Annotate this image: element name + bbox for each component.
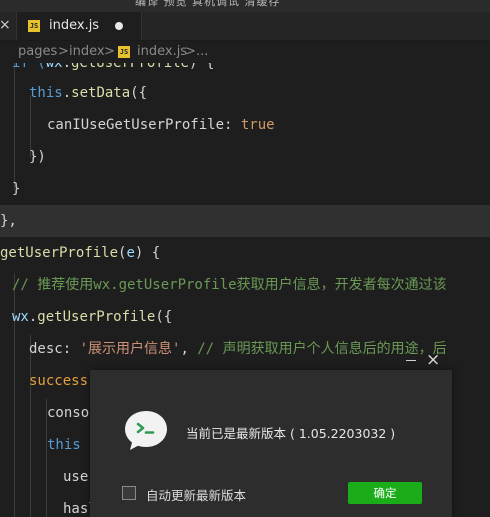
code-line: }) bbox=[29, 149, 46, 165]
code-line: desc: '展示用户信息', // 声明获取用户个人信息后的用途，后 bbox=[29, 341, 447, 357]
code-line: this.setData({ bbox=[29, 85, 148, 101]
minimize-icon[interactable] bbox=[406, 360, 416, 361]
code-line: // 推荐使用wx.getUserProfile获取用户信息，开发者每次通过该 bbox=[12, 277, 447, 293]
update-dialog: × 当前已是最新版本 ( 1.05.2203032 ) 自动更新最新版本 确定 bbox=[90, 350, 452, 517]
breadcrumb-separator: > bbox=[58, 44, 69, 59]
code-line: getUserProfile(e) { bbox=[0, 245, 161, 261]
tab-index-js[interactable]: JS index.js bbox=[16, 12, 142, 40]
unsaved-dot-icon[interactable] bbox=[115, 22, 123, 30]
wechat-devtools-icon bbox=[125, 411, 167, 450]
close-icon[interactable]: × bbox=[0, 17, 11, 33]
js-file-icon: JS bbox=[28, 20, 40, 32]
code-line-highlighted: }, bbox=[0, 205, 490, 237]
menu-labels: 编译 预览 真机调试 清缓存 bbox=[135, 0, 281, 8]
breadcrumb-separator: > bbox=[185, 44, 196, 59]
breadcrumb: pages > index > JS index.js > ... bbox=[0, 41, 490, 63]
breadcrumb-pages[interactable]: pages bbox=[18, 44, 57, 59]
js-file-icon: JS bbox=[118, 46, 130, 58]
breadcrumb-separator: > bbox=[104, 44, 115, 59]
code-line: wx.getUserProfile({ bbox=[12, 309, 173, 325]
tab-bar: × JS index.js bbox=[0, 12, 490, 41]
confirm-button[interactable]: 确定 bbox=[348, 482, 422, 504]
tab-label: index.js bbox=[49, 18, 100, 33]
breadcrumb-more[interactable]: ... bbox=[196, 44, 208, 59]
menu-bar: 编译 预览 真机调试 清缓存 bbox=[0, 0, 490, 12]
code-line: } bbox=[12, 181, 21, 197]
code-line: canIUseGetUserProfile: true bbox=[47, 117, 275, 133]
dialog-message: 当前已是最新版本 ( 1.05.2203032 ) bbox=[186, 426, 396, 441]
auto-update-label[interactable]: 自动更新最新版本 bbox=[146, 485, 246, 504]
auto-update-checkbox[interactable] bbox=[122, 486, 136, 500]
breadcrumb-file[interactable]: index.js bbox=[137, 44, 187, 59]
breadcrumb-index[interactable]: index bbox=[69, 44, 105, 59]
close-icon[interactable]: × bbox=[426, 350, 440, 370]
